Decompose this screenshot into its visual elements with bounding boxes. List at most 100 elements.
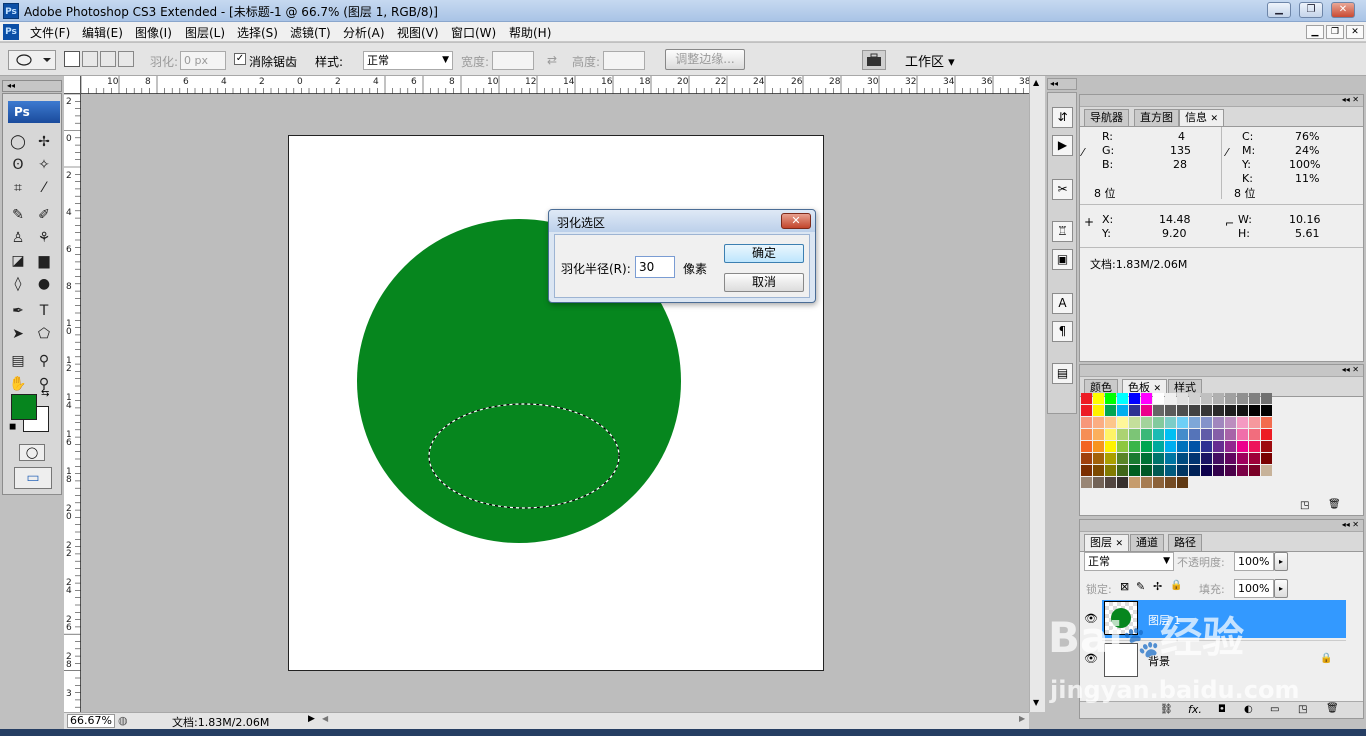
menu-view[interactable]: 视图(V) xyxy=(397,24,439,41)
trash-icon[interactable]: 🗑 xyxy=(1326,703,1339,714)
swatch[interactable] xyxy=(1213,429,1224,440)
tool-button[interactable]: ➤ xyxy=(7,323,29,345)
swatch[interactable] xyxy=(1081,405,1092,416)
bridge-icon[interactable] xyxy=(862,50,886,70)
menu-analysis[interactable]: 分析(A) xyxy=(343,24,385,41)
folder-icon[interactable]: ▭ xyxy=(1270,704,1279,715)
tool-button[interactable]: ⌗ xyxy=(7,177,29,199)
blend-mode-select[interactable]: 正常 ▼ xyxy=(1084,552,1174,571)
swatch[interactable] xyxy=(1177,465,1188,476)
screen-mode-button[interactable]: ▭ xyxy=(14,467,52,489)
swatch[interactable] xyxy=(1201,405,1212,416)
swatch[interactable] xyxy=(1225,441,1236,452)
cancel-button[interactable]: 取消 xyxy=(724,273,804,292)
swatch[interactable] xyxy=(1213,393,1224,404)
style-select[interactable]: 正常 ▼ xyxy=(363,51,453,70)
paragraph-dock-icon[interactable]: ¶ xyxy=(1052,321,1073,342)
ruler-corner[interactable] xyxy=(64,76,81,94)
tab-info[interactable]: 信息 ✕ xyxy=(1179,109,1225,126)
lock-pixels-icon[interactable]: ✎ xyxy=(1136,580,1145,593)
swatch[interactable] xyxy=(1213,441,1224,452)
swatch[interactable] xyxy=(1261,453,1272,464)
swatch[interactable] xyxy=(1201,393,1212,404)
menu-window[interactable]: 窗口(W) xyxy=(451,24,496,41)
swatch[interactable] xyxy=(1177,477,1188,488)
swatch[interactable] xyxy=(1165,393,1176,404)
swatch[interactable] xyxy=(1189,453,1200,464)
brushes-dock-icon[interactable]: ▣ xyxy=(1052,249,1073,270)
tool-button[interactable]: ✢ xyxy=(33,131,55,153)
swatch[interactable] xyxy=(1129,441,1140,452)
swatch[interactable] xyxy=(1249,453,1260,464)
swatch[interactable] xyxy=(1249,429,1260,440)
swatch[interactable] xyxy=(1105,405,1116,416)
swatch[interactable] xyxy=(1177,393,1188,404)
tool-button[interactable]: ▆ xyxy=(33,250,55,272)
swatch[interactable] xyxy=(1189,441,1200,452)
swap-dimensions-icon[interactable]: ⇄ xyxy=(547,53,557,67)
doc-restore-button[interactable]: ❐ xyxy=(1326,25,1344,39)
tool-button[interactable]: ✧ xyxy=(33,154,55,176)
tab-histogram[interactable]: 直方图 xyxy=(1134,109,1179,126)
swatch[interactable] xyxy=(1117,393,1128,404)
swatch[interactable] xyxy=(1165,417,1176,428)
swatch[interactable] xyxy=(1093,453,1104,464)
tool-button[interactable]: ♙ xyxy=(7,227,29,249)
swatch[interactable] xyxy=(1117,477,1128,488)
photoshop-menu-icon[interactable]: Ps xyxy=(3,24,19,40)
swatch[interactable] xyxy=(1129,405,1140,416)
minimize-button[interactable]: ▁ xyxy=(1267,2,1291,18)
actions-dock-icon[interactable]: ▶ xyxy=(1052,135,1073,156)
swatch[interactable] xyxy=(1153,405,1164,416)
swatch[interactable] xyxy=(1093,477,1104,488)
close-window-button[interactable]: ✕ xyxy=(1331,2,1355,18)
swatch[interactable] xyxy=(1141,441,1152,452)
swatch[interactable] xyxy=(1189,393,1200,404)
swatch[interactable] xyxy=(1153,393,1164,404)
layers-panel-header[interactable]: ◂◂ ✕ xyxy=(1080,520,1363,532)
swatch[interactable] xyxy=(1165,429,1176,440)
swatch[interactable] xyxy=(1225,417,1236,428)
scroll-right-icon[interactable]: ▶ xyxy=(1019,714,1025,723)
menu-edit[interactable]: 编辑(E) xyxy=(82,24,123,41)
swatch[interactable] xyxy=(1177,429,1188,440)
menu-file[interactable]: 文件(F) xyxy=(30,24,70,41)
swatch[interactable] xyxy=(1225,393,1236,404)
swatch[interactable] xyxy=(1081,441,1092,452)
fill-input[interactable]: 100% xyxy=(1234,579,1274,598)
width-input[interactable] xyxy=(492,51,534,70)
swatch[interactable] xyxy=(1081,453,1092,464)
swatch[interactable] xyxy=(1189,465,1200,476)
character-dock-icon[interactable]: A xyxy=(1052,293,1073,314)
swatch[interactable] xyxy=(1261,405,1272,416)
swatch[interactable] xyxy=(1201,417,1212,428)
mask-icon[interactable]: ◘ xyxy=(1218,704,1226,715)
swatch[interactable] xyxy=(1129,417,1140,428)
dock-header[interactable]: ◂◂ xyxy=(1047,78,1077,90)
menu-filter[interactable]: 滤镜(T) xyxy=(290,24,331,41)
tool-button[interactable]: ◊ xyxy=(7,273,29,295)
add-selection-icon[interactable] xyxy=(82,51,98,67)
swatch[interactable] xyxy=(1165,465,1176,476)
menu-layer[interactable]: 图层(L) xyxy=(185,24,225,41)
swatch[interactable] xyxy=(1225,429,1236,440)
swatch[interactable] xyxy=(1093,393,1104,404)
menu-image[interactable]: 图像(I) xyxy=(135,24,172,41)
feather-radius-input[interactable]: 30 xyxy=(635,256,675,278)
swatch[interactable] xyxy=(1237,393,1248,404)
swatch[interactable] xyxy=(1213,417,1224,428)
opacity-slider-icon[interactable]: ▸ xyxy=(1274,552,1288,571)
new-selection-icon[interactable] xyxy=(64,51,80,67)
swatch[interactable] xyxy=(1117,453,1128,464)
tool-button[interactable]: ▤ xyxy=(7,350,29,372)
swatch[interactable] xyxy=(1177,405,1188,416)
swatch[interactable] xyxy=(1201,453,1212,464)
tool-button[interactable]: ✎ xyxy=(7,204,29,226)
swatch[interactable] xyxy=(1225,465,1236,476)
tool-button[interactable]: ⬠ xyxy=(33,323,55,345)
swatch[interactable] xyxy=(1249,417,1260,428)
swatch[interactable] xyxy=(1129,393,1140,404)
tool-preset-picker[interactable] xyxy=(8,50,56,70)
swatch[interactable] xyxy=(1093,441,1104,452)
swatch[interactable] xyxy=(1237,453,1248,464)
